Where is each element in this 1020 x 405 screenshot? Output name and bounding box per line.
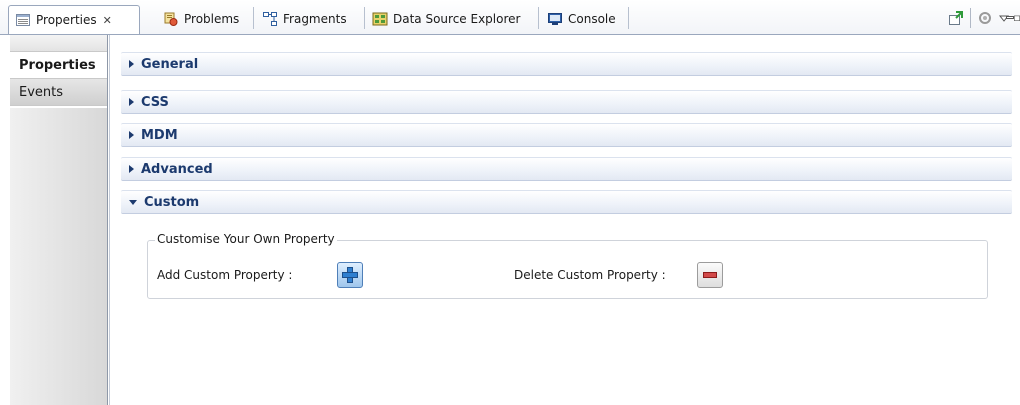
- properties-content: General CSS MDM Advanced Custom Customis…: [109, 35, 1020, 405]
- category-tab-events[interactable]: Events: [10, 79, 107, 106]
- delete-custom-property-button[interactable]: [697, 262, 723, 288]
- tab-divider: [364, 7, 365, 29]
- data-source-explorer-icon: [372, 11, 388, 27]
- expand-arrow-icon: [129, 60, 134, 68]
- toolbar-divider: [970, 8, 971, 28]
- pane-margin: [0, 35, 10, 405]
- fragments-icon: [262, 11, 278, 27]
- console-icon: [547, 11, 563, 27]
- category-tabs-filler: [10, 108, 107, 405]
- tab-divider: [628, 7, 629, 29]
- delete-custom-property-label: Delete Custom Property :: [514, 268, 666, 282]
- tab-divider: [253, 7, 254, 29]
- properties-category-tabs: Properties Events: [10, 35, 108, 405]
- section-title: MDM: [141, 127, 178, 143]
- section-title: Custom: [144, 194, 200, 210]
- synchronize-icon[interactable]: [976, 9, 994, 27]
- tab-console[interactable]: Console: [541, 6, 622, 31]
- section-mdm[interactable]: MDM: [121, 123, 1012, 147]
- category-tab-properties[interactable]: Properties: [10, 52, 107, 79]
- tab-divider: [538, 7, 539, 29]
- expand-arrow-icon: [129, 165, 134, 173]
- close-icon[interactable]: ✕: [103, 14, 112, 27]
- section-css[interactable]: CSS: [121, 90, 1012, 114]
- add-custom-property-button[interactable]: [337, 262, 363, 288]
- tab-data-source-explorer[interactable]: Data Source Explorer: [366, 6, 526, 31]
- tab-label: Data Source Explorer: [393, 11, 521, 26]
- section-advanced[interactable]: Advanced: [121, 157, 1012, 181]
- problems-icon: [163, 11, 179, 27]
- add-custom-property-label: Add Custom Property :: [157, 268, 293, 282]
- maximize-icon[interactable]: [1014, 9, 1020, 27]
- tab-label: Console: [568, 11, 616, 26]
- expand-arrow-icon: [129, 131, 134, 139]
- tab-problems[interactable]: Problems: [157, 6, 245, 31]
- remove-icon: [703, 272, 717, 278]
- section-custom[interactable]: Custom: [121, 190, 1012, 214]
- tab-label: Problems: [184, 11, 240, 26]
- pin-editor-icon[interactable]: [947, 9, 965, 27]
- expand-arrow-icon: [129, 98, 134, 106]
- tab-properties[interactable]: Properties ✕: [8, 5, 140, 34]
- tab-fragments[interactable]: Fragments: [256, 6, 353, 31]
- tab-label: Fragments: [283, 11, 347, 26]
- view-tab-bar: Properties ✕ Problems Fragments Data Sou…: [0, 0, 1020, 35]
- section-title: CSS: [141, 94, 169, 110]
- section-title: General: [141, 56, 199, 72]
- collapse-arrow-icon: [129, 199, 137, 205]
- tab-label: Properties: [36, 13, 97, 27]
- add-icon: [342, 267, 358, 283]
- category-tabs-header: [10, 35, 107, 52]
- minimize-icon[interactable]: [1006, 9, 1014, 27]
- section-general[interactable]: General: [121, 52, 1012, 76]
- section-title: Advanced: [141, 161, 213, 177]
- group-title: Customise Your Own Property: [155, 232, 337, 246]
- properties-icon: [15, 12, 31, 28]
